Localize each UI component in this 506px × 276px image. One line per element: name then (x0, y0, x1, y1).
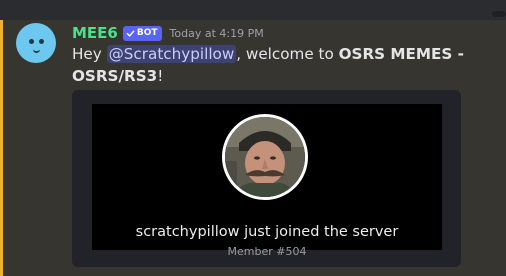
bot-badge: BOT (122, 25, 162, 41)
image-embed[interactable]: scratchypillow just joined the server Me… (72, 90, 461, 267)
message-timestamp: Today at 4:19 PM (169, 26, 264, 40)
author-avatar[interactable] (16, 23, 56, 63)
joined-text: scratchypillow just joined the server (135, 224, 399, 240)
avatar-eye-right (39, 39, 44, 44)
top-bar (0, 0, 506, 20)
author-username[interactable]: MEE6 (72, 24, 118, 42)
avatar-eye-left (29, 39, 34, 44)
member-profile-picture (222, 114, 308, 200)
message-content: Hey @Scratchypillow, welcome to OSRS MEM… (72, 43, 464, 87)
bot-badge-label: BOT (136, 27, 158, 38)
message-header: MEE6 BOT Today at 4:19 PM (72, 23, 264, 43)
message-text-suffix: ! (157, 67, 164, 85)
welcome-card-image[interactable]: scratchypillow just joined the server Me… (92, 104, 442, 258)
user-mention[interactable]: @Scratchypillow (106, 45, 237, 63)
avatar-mouth (33, 48, 40, 53)
message-text-prefix: Hey (72, 45, 107, 63)
highlight-accent-bar (0, 20, 3, 276)
check-icon (126, 29, 135, 37)
message-text-middle: , welcome to (236, 45, 339, 63)
member-number: Member #504 (227, 245, 307, 258)
scrollbar-handle[interactable] (492, 11, 506, 17)
